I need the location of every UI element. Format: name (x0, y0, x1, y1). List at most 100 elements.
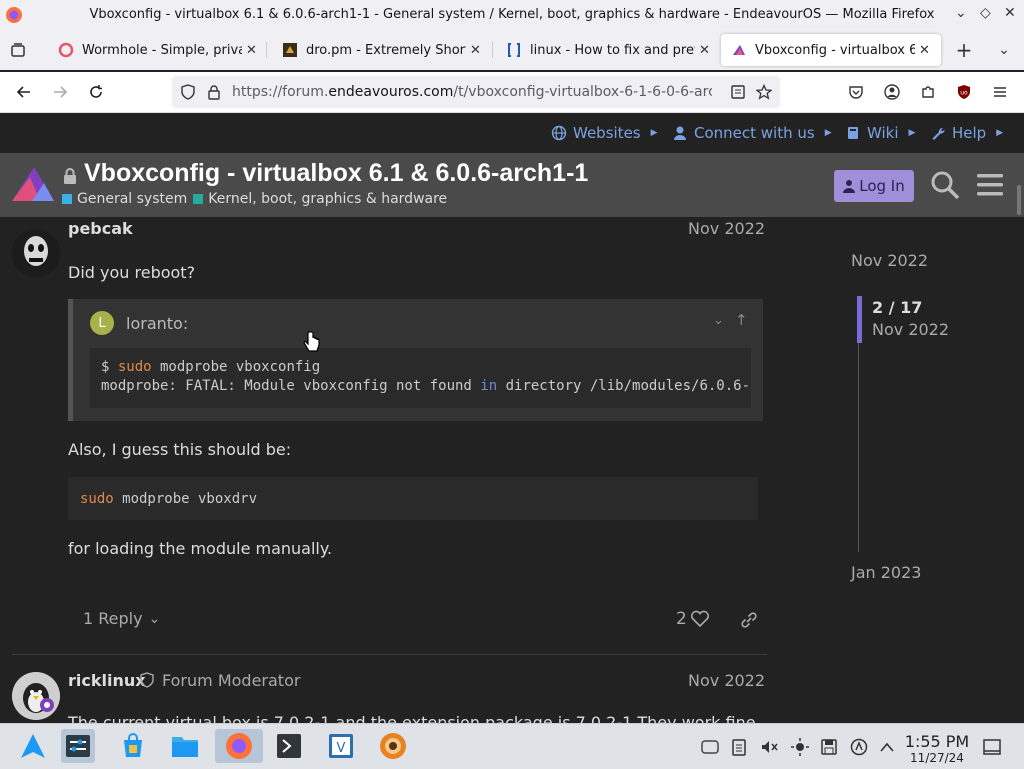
nav-websites[interactable]: Websites ▶ (551, 124, 658, 142)
post-username[interactable]: pebcak (68, 219, 133, 238)
post-text: The current virtual box is 7.0.2-1 and t… (68, 713, 761, 723)
dropm-icon (283, 43, 297, 57)
url-bar[interactable]: https://forum.endeavouros.com/t/vboxconf… (172, 76, 780, 108)
lock-icon (64, 168, 76, 184)
expand-quote-icon[interactable]: ⌄ (713, 313, 724, 328)
list-tabs-icon[interactable]: ⌄ (992, 38, 1016, 62)
timeline-handle[interactable] (857, 296, 862, 343)
book-icon (848, 127, 858, 139)
post-user-title: Forum Moderator (162, 671, 301, 690)
wrench-icon (932, 127, 945, 140)
tray-expand-icon[interactable] (878, 738, 896, 756)
firefox-taskbar-icon[interactable] (215, 729, 263, 763)
hand-cursor-icon (303, 331, 320, 352)
post-date[interactable]: Nov 2022 (688, 671, 765, 690)
chevron-down-icon: ⌄ (148, 610, 161, 627)
account-icon[interactable] (880, 80, 904, 104)
clock-date: 11/27/24 (910, 751, 964, 765)
close-tab-icon[interactable]: ✕ (246, 43, 257, 58)
post-date[interactable]: Nov 2022 (688, 219, 765, 238)
tab-vboxconfig[interactable]: Vboxconfig - virtualbox 6.1 & 6.0.6 ✕ (721, 34, 941, 66)
ublock-origin-icon[interactable]: uo (952, 80, 976, 104)
globe-icon (551, 125, 567, 141)
like-button[interactable]: 2 (676, 609, 710, 629)
update-icon[interactable] (850, 738, 868, 756)
quote-avatar[interactable]: L (90, 311, 114, 335)
nav-wiki[interactable]: Wiki ▶ (845, 124, 915, 142)
endeavouros-logo-icon[interactable] (10, 163, 56, 205)
clock[interactable]: 1:55 PM 11/27/24 (902, 732, 972, 765)
show-desktop-icon[interactable] (983, 738, 1001, 756)
system-settings-icon[interactable] (61, 729, 95, 763)
tab-stackexchange[interactable]: linux - How to fix and prevent ✕ (496, 34, 716, 66)
forward-icon[interactable] (48, 80, 72, 104)
topic-title[interactable]: Vboxconfig - virtualbox 6.1 & 6.0.6-arch… (84, 159, 588, 188)
terminal-icon[interactable] (272, 729, 306, 763)
bookmark-star-icon[interactable] (756, 84, 772, 100)
post: pebcak Nov 2022 Did you reboot? L lorant… (0, 217, 770, 653)
virtualbox-icon[interactable]: V (324, 729, 358, 763)
caret-right-icon: ▶ (908, 128, 916, 138)
shield-icon (140, 672, 154, 688)
post-text: for loading the module manually. (68, 539, 333, 558)
share-link-icon[interactable] (739, 611, 759, 629)
app-orange-icon[interactable] (376, 729, 410, 763)
code-line: modprobe: FATAL: Module vboxconfig not f… (101, 378, 751, 394)
go-to-quoted-post-icon[interactable]: ↑ (735, 311, 748, 329)
category-general-system[interactable]: General system (62, 191, 187, 207)
firefox-view-icon[interactable] (6, 38, 30, 62)
close-tab-icon[interactable]: ✕ (919, 43, 930, 58)
tab-wormhole[interactable]: Wormhole - Simple, private file sharing … (48, 34, 258, 66)
code-line: $ sudo modprobe vboxconfig (101, 359, 321, 375)
application-launcher-icon[interactable] (16, 729, 50, 763)
quote-code-block: $ sudo modprobe vboxconfig modprobe: FAT… (90, 348, 751, 408)
discover-store-icon[interactable] (116, 729, 150, 763)
brightness-icon[interactable] (791, 738, 809, 756)
network-icon[interactable] (700, 738, 720, 756)
new-tab-icon[interactable]: + (952, 38, 976, 62)
timeline-position-date: Nov 2022 (872, 320, 950, 339)
nav-connect[interactable]: Connect with us ▶ (672, 124, 832, 142)
timeline-end-date[interactable]: Jan 2023 (851, 563, 921, 582)
extensions-icon[interactable] (916, 80, 940, 104)
maximize-icon[interactable]: ◇ (980, 5, 991, 21)
endeavouros-icon (733, 45, 745, 55)
search-icon[interactable] (929, 169, 961, 201)
storage-icon[interactable] (820, 738, 838, 756)
navigation-toolbar: https://forum.endeavouros.com/t/vboxconf… (0, 72, 1024, 113)
quote-author[interactable]: loranto: (126, 314, 188, 333)
volume-muted-icon[interactable] (760, 738, 778, 756)
avatar[interactable] (12, 672, 60, 720)
back-icon[interactable] (12, 80, 36, 104)
hamburger-menu-icon[interactable] (974, 169, 1006, 201)
replies-button[interactable]: 1 Reply ⌄ (83, 609, 160, 628)
login-button[interactable]: Log In (834, 170, 914, 202)
topic-categories: General system Kernel, boot, graphics & … (62, 191, 447, 207)
post-divider (12, 654, 767, 655)
url-text[interactable]: https://forum.endeavouros.com/t/vboxconf… (232, 84, 712, 100)
reload-icon[interactable] (84, 80, 108, 104)
tab-dropm[interactable]: dro.pm - Extremely Short URLs ✕ (272, 34, 484, 66)
close-tab-icon[interactable]: ✕ (470, 43, 481, 58)
menu-icon[interactable] (988, 80, 1012, 104)
timeline-start-date[interactable]: Nov 2022 (851, 251, 928, 270)
clock-time: 1:55 PM (904, 732, 970, 751)
reader-view-icon[interactable] (730, 84, 746, 100)
post-text: Did you reboot? (68, 263, 196, 282)
lock-icon[interactable] (206, 84, 222, 100)
wormhole-icon (58, 42, 74, 58)
category-kernel-boot[interactable]: Kernel, boot, graphics & hardware (193, 191, 447, 207)
page-scrollbar[interactable] (1017, 185, 1021, 215)
post-username[interactable]: ricklinux (68, 671, 146, 690)
clipboard-icon[interactable] (730, 738, 748, 756)
file-manager-icon[interactable] (168, 729, 202, 763)
heart-icon (690, 610, 709, 628)
close-window-icon[interactable]: ✕ (1004, 5, 1016, 21)
nav-help[interactable]: Help ▶ (930, 124, 1003, 142)
avatar[interactable] (12, 229, 60, 277)
close-tab-icon[interactable]: ✕ (699, 43, 710, 58)
pocket-icon[interactable] (844, 80, 868, 104)
window-title: Vboxconfig - virtualbox 6.1 & 6.0.6-arch… (89, 7, 935, 22)
minimize-icon[interactable]: ⌄ (955, 5, 967, 21)
tracking-protection-icon[interactable] (180, 84, 196, 100)
